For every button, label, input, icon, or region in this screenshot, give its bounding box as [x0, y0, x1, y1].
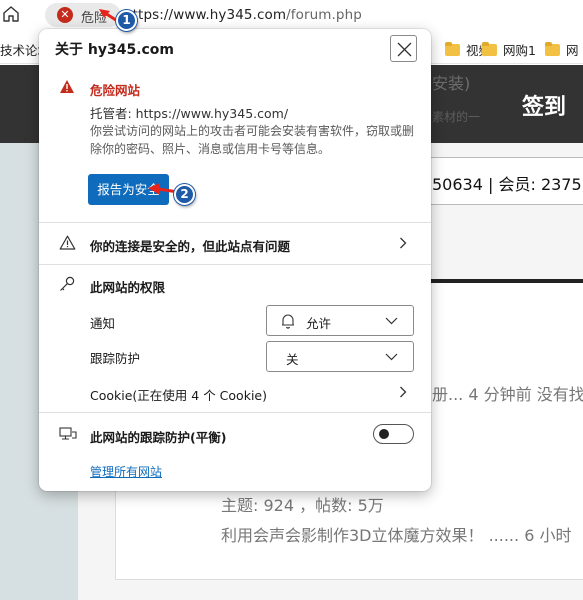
- url-path: /forum.php: [286, 7, 362, 23]
- danger-title: 危险网站: [90, 83, 141, 98]
- bookmark-folder-shop[interactable]: 网: [545, 40, 579, 59]
- chevron-right-icon[interactable]: [399, 237, 407, 249]
- notification-value: 允许: [306, 316, 332, 331]
- bookmark-folder-shop1[interactable]: 网购1: [482, 40, 536, 59]
- folder-icon: [545, 42, 560, 56]
- folder-icon: [482, 42, 497, 56]
- site-stats: 50634 | 会员: 2375: [432, 175, 582, 194]
- header-text: 安装): [432, 74, 471, 93]
- cookies-row[interactable]: Cookie(正在使用 4 个 Cookie): [90, 385, 267, 404]
- tracking-select[interactable]: 关: [266, 341, 414, 372]
- bell-icon: [282, 314, 294, 329]
- home-icon[interactable]: [2, 4, 22, 26]
- danger-x-icon: ✕: [57, 7, 73, 23]
- connection-status-row[interactable]: 你的连接是安全的，但此站点有问题: [90, 236, 290, 255]
- url-host: https://www.hy345.com: [124, 7, 287, 23]
- close-icon: [397, 42, 412, 57]
- key-icon: [60, 276, 75, 291]
- tracking-label: 跟踪防护: [90, 351, 141, 366]
- divider: [39, 222, 431, 223]
- step-badge-2: 2: [174, 184, 195, 205]
- manage-all-sites-link[interactable]: 管理所有网站: [90, 463, 162, 480]
- warning-outline-icon: [59, 235, 76, 250]
- divider: [39, 412, 431, 413]
- warning-icon: [60, 80, 74, 93]
- latest-post-preview[interactable]: 册... 4 分钟前 没有找: [432, 381, 583, 405]
- tracking-value: 关: [286, 352, 299, 367]
- toggle-knob: [379, 429, 389, 439]
- chevron-right-icon[interactable]: [399, 386, 407, 398]
- tracking-prevention-label: 此网站的跟踪防护(平衡): [90, 430, 227, 445]
- close-button[interactable]: [390, 35, 417, 62]
- popup-title: 关于 hy345.com: [55, 42, 175, 58]
- danger-description: 你尝试访问的网站上的攻击者可能会安装有害软件，窃取或删除你的密码、照片、消息或信…: [90, 124, 415, 156]
- url-text[interactable]: https://www.hy345.com/forum.php: [124, 7, 362, 23]
- header-subtext: 素材的一: [432, 110, 481, 124]
- address-bar: ✕ 危险 https://www.hy345.com/forum.php: [0, 0, 583, 32]
- permissions-title: 此网站的权限: [90, 280, 166, 295]
- step-badge-1: 1: [116, 10, 137, 31]
- divider: [39, 264, 431, 265]
- forum-latest-post[interactable]: 利用会声会影制作3D立体魔方效果！ ...... 6 小时: [221, 522, 571, 546]
- bookmark-label: 网购1: [503, 43, 536, 58]
- site-owner: 托管者: https://www.hy345.com/: [90, 106, 289, 121]
- tracking-prevention-toggle[interactable]: [373, 424, 414, 444]
- chevron-down-icon: [385, 317, 398, 325]
- chevron-down-icon: [385, 353, 398, 361]
- folder-icon: [445, 42, 460, 56]
- forum-stats: 主题: 924 ，帖数: 5万: [221, 496, 384, 515]
- notification-label: 通知: [90, 316, 116, 331]
- notification-select[interactable]: 允许: [266, 305, 414, 336]
- site-info-popup: 关于 hy345.com 危险网站 托管者: https://www.hy345…: [39, 29, 431, 491]
- bookmark-label: 网: [566, 43, 579, 58]
- sign-in-button[interactable]: 签到: [522, 89, 566, 121]
- tracking-prevention-icon: [59, 427, 77, 440]
